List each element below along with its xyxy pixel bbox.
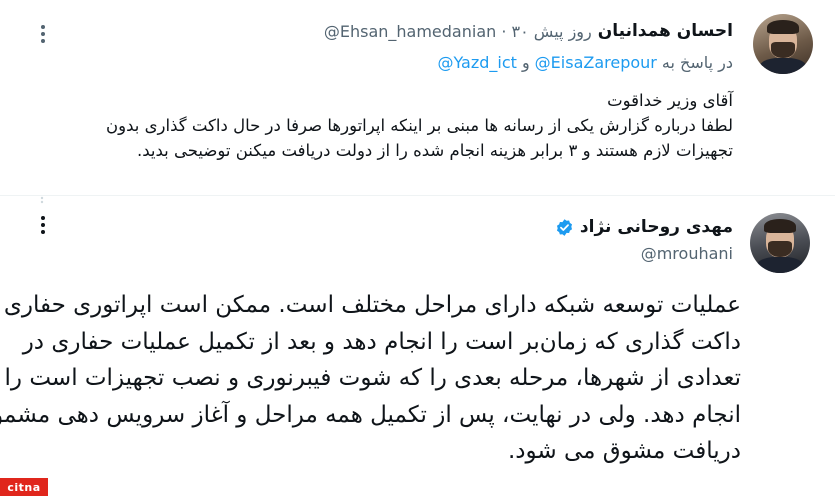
more-options-icon[interactable]	[33, 22, 53, 46]
reply-prefix: در پاسخ به	[661, 52, 733, 72]
tweet-reply-card[interactable]: احسان همدانیان @Ehsan_hamedanian · ۳۰ رو…	[0, 0, 835, 196]
tweet-text: عملیات توسعه شبکه دارای مراحل مختلف است.…	[0, 287, 741, 470]
tweet-text-line: تعدادی از شهرها، مرحله بعدی را که شوت فی…	[4, 365, 741, 391]
more-options-icon[interactable]	[33, 213, 53, 237]
tweet-text-line: تجهیزات لازم هستند و ۳ برابر هزینه انجام…	[136, 141, 733, 160]
author-avatar[interactable]	[750, 213, 810, 273]
tweet-text-line: انجام دهد. ولی در نهایت، پس از تکمیل همه…	[0, 401, 741, 428]
tweet-header: مهدی روحانی نژاد	[555, 213, 733, 241]
author-handle[interactable]: @mrouhani	[641, 244, 733, 263]
tweet-text: آقای وزیر خداقوت لطفا درباره گزارش یکی ا…	[53, 88, 733, 163]
reply-context: در پاسخ به @EisaZarepour و @Yazd_ict	[437, 50, 733, 74]
tweet-text-line: داکت گذاری که زمان‌بر است را انجام دهد و…	[22, 328, 741, 355]
reply-mention-link[interactable]: @EisaZarepour	[535, 53, 657, 72]
tweet-header: احسان همدانیان @Ehsan_hamedanian · ۳۰ رو…	[324, 18, 733, 44]
tweet-text-line: عملیات توسعه شبکه دارای مراحل مختلف است.…	[0, 292, 741, 318]
author-handle-and-time[interactable]: @Ehsan_hamedanian · ۳۰ روز پیش	[324, 22, 592, 41]
reply-and: و	[521, 52, 530, 72]
watermark-logo: citna	[0, 478, 48, 496]
verified-badge-icon	[556, 218, 572, 236]
tweet-text-line: لطفا درباره گزارش یکی از رسانه ها مبنی ب…	[106, 116, 733, 135]
author-avatar[interactable]	[753, 14, 813, 74]
author-name[interactable]: مهدی روحانی نژاد	[580, 217, 733, 237]
author-name[interactable]: احسان همدانیان	[598, 21, 733, 41]
tweet-text-line: دریافت مشوق می شود.	[507, 438, 741, 464]
tweet-text-line: آقای وزیر خداقوت	[607, 91, 733, 110]
reply-mention-link[interactable]: @Yazd_ict	[437, 53, 516, 72]
